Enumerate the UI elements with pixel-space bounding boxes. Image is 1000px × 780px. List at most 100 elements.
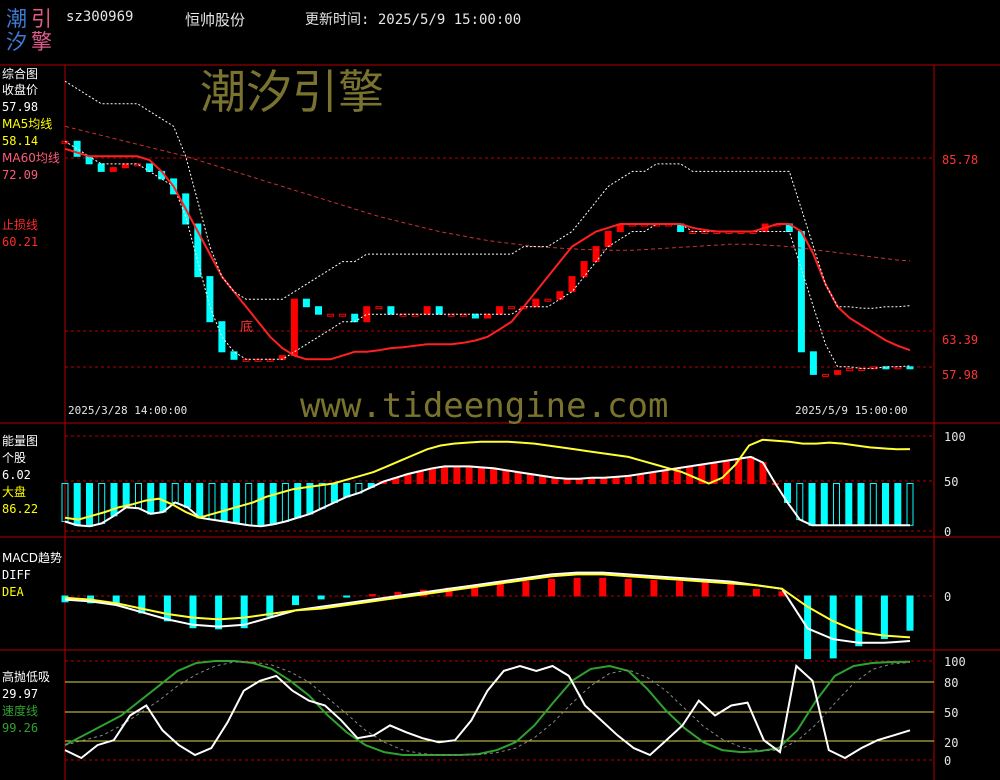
- price-candle: [109, 167, 117, 172]
- date-start: 2025/3/28 14:00:00: [68, 404, 188, 417]
- price-candle: [375, 306, 383, 310]
- energy-bar: [465, 465, 473, 484]
- diff-label: DIFF: [2, 568, 31, 582]
- price-tick: 57.98: [942, 368, 979, 382]
- price-candle: [327, 313, 335, 317]
- osc-tick: 80: [944, 676, 959, 690]
- macd-bar: [727, 583, 735, 597]
- macd-bar: [701, 582, 709, 597]
- watermark-brand: 潮汐引擎: [200, 65, 384, 119]
- energy-bar: [269, 483, 277, 525]
- ma5-line: [64, 140, 911, 369]
- energy-bar: [122, 483, 130, 508]
- macd-bar: [855, 595, 863, 647]
- energy-bar: [747, 456, 755, 484]
- date-end: 2025/5/9 15:00:00: [795, 404, 908, 417]
- energy-bar: [281, 483, 289, 522]
- energy-bar: [649, 471, 657, 485]
- macd-bar: [343, 595, 351, 598]
- close-label: 收盘价: [2, 83, 39, 97]
- stop-label: 止损线: [2, 218, 39, 232]
- price-candle: [387, 306, 395, 315]
- energy-tick: 0: [944, 525, 952, 539]
- speed-label: 速度线: [2, 704, 39, 718]
- stock-energy-line: [64, 455, 910, 528]
- energy-bar: [502, 469, 510, 485]
- energy-bar: [86, 483, 93, 527]
- stop-value: 60.21: [2, 235, 39, 249]
- energy-bar: [796, 483, 804, 521]
- energy-bar: [845, 483, 853, 526]
- price-tick: 85.78: [942, 153, 979, 167]
- price-candle: [532, 298, 540, 308]
- energy-bar: [416, 470, 424, 485]
- energy-bar: [882, 483, 889, 526]
- osc-tick: 0: [944, 754, 952, 768]
- oscillator-panel-title: 高抛低吸: [2, 670, 51, 684]
- ma60-line: [64, 125, 911, 262]
- energy-bar: [857, 483, 865, 526]
- energy-bar: [318, 483, 326, 509]
- price-candle: [121, 163, 129, 169]
- macd-bar: [522, 581, 530, 597]
- energy-bar: [490, 467, 498, 484]
- price-candle: [206, 276, 214, 323]
- energy-bar: [330, 483, 338, 503]
- price-candle: [604, 231, 612, 247]
- price-candle: [218, 321, 226, 353]
- market-energy-line: [64, 438, 911, 521]
- stock-energy-value: 6.02: [2, 468, 31, 482]
- energy-bar: [894, 483, 902, 526]
- oscillator-value: 29.97: [2, 687, 39, 701]
- energy-bar: [833, 483, 840, 526]
- main-panel-title: 综合图: [2, 67, 39, 81]
- close-value: 57.98: [2, 100, 39, 114]
- dea-label: DEA: [2, 585, 24, 599]
- bottom-marker: 底: [240, 320, 254, 335]
- energy-bar: [869, 483, 877, 526]
- energy-bar: [661, 469, 669, 485]
- ma60-value: 72.09: [2, 168, 39, 182]
- price-candle: [496, 306, 504, 315]
- energy-bar: [820, 483, 828, 526]
- market-energy-label: 大盘: [2, 485, 27, 499]
- macd-bar: [215, 595, 223, 630]
- macd-bar: [138, 595, 146, 614]
- price-candle: [290, 298, 298, 357]
- watermark-url: www.tideengine.com: [300, 386, 669, 426]
- macd-bar: [292, 595, 299, 606]
- market-energy-value: 86.22: [2, 502, 39, 516]
- energy-bar: [257, 483, 265, 527]
- macd-bar: [163, 595, 171, 622]
- price-tick: 63.39: [942, 333, 979, 347]
- price-candle: [797, 231, 805, 353]
- energy-bar: [171, 483, 179, 503]
- energy-bar: [906, 483, 914, 526]
- energy-bar: [184, 483, 191, 508]
- upper-band-line: [64, 80, 911, 309]
- energy-tick: 100: [944, 430, 966, 444]
- macd-bar: [752, 589, 760, 597]
- energy-bar: [196, 483, 204, 519]
- macd-panel-title: MACD趋势: [2, 551, 62, 565]
- energy-bar: [220, 483, 228, 522]
- price-candle: [339, 313, 347, 317]
- price-candle: [351, 313, 359, 323]
- energy-bar: [637, 473, 645, 484]
- price-candle: [544, 298, 552, 302]
- macd-bar: [599, 577, 607, 597]
- speed-value: 99.26: [2, 721, 39, 735]
- osc-tick: 20: [944, 736, 959, 750]
- macd-bar: [829, 595, 837, 659]
- price-candle: [146, 163, 153, 172]
- energy-bar: [159, 483, 167, 513]
- energy-bar: [110, 483, 118, 517]
- price-candle: [435, 306, 443, 315]
- ma5-value: 58.14: [2, 134, 39, 148]
- energy-panel-title: 能量图: [2, 434, 39, 448]
- price-candle: [906, 366, 914, 370]
- energy-tick: 50: [944, 475, 959, 489]
- price-candle: [97, 163, 105, 172]
- macd-bar: [368, 594, 376, 597]
- energy-bar: [477, 466, 485, 484]
